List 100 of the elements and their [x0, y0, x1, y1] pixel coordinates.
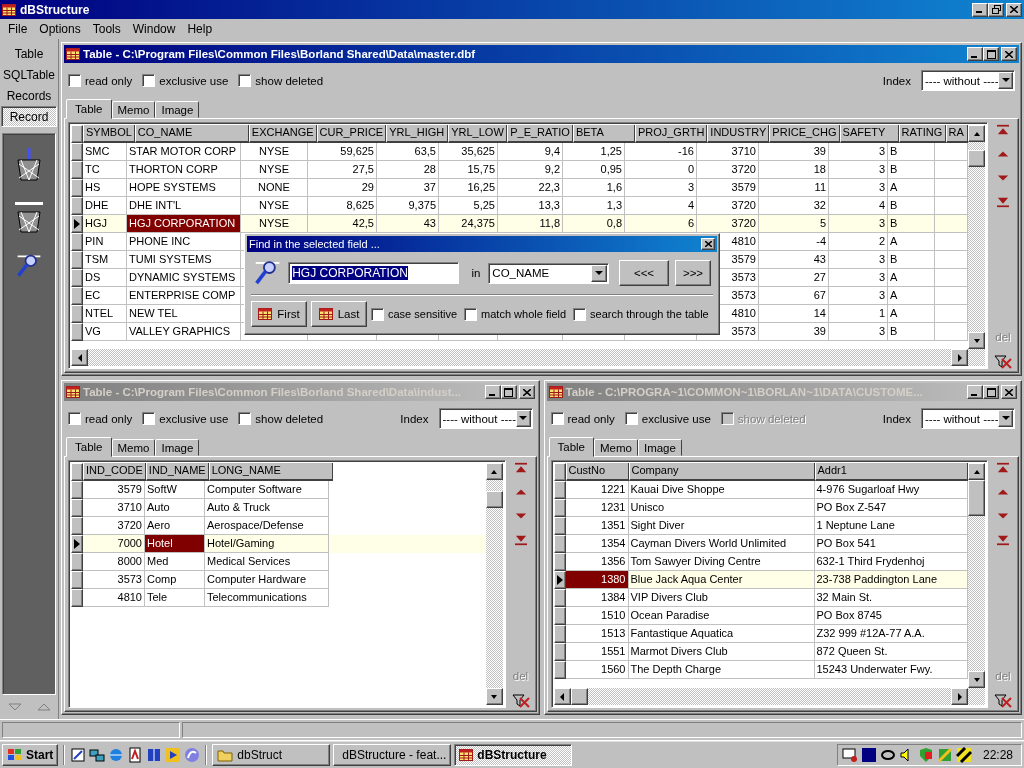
row-indicator[interactable] — [553, 571, 566, 589]
minimize-button[interactable] — [972, 2, 988, 17]
tab[interactable]: Memo — [111, 439, 156, 456]
checkbox[interactable] — [142, 412, 156, 425]
column-header[interactable]: SYMBOL — [83, 125, 135, 143]
menu-item[interactable]: Options — [33, 22, 87, 36]
checkbox[interactable] — [142, 74, 156, 87]
column-header[interactable]: RA — [945, 125, 968, 143]
filter-cross-icon[interactable] — [994, 355, 1012, 369]
index-dropdown[interactable]: ---- without ---- — [921, 408, 1015, 429]
tab[interactable]: Image — [155, 439, 200, 456]
row-indicator[interactable] — [553, 499, 566, 517]
column-header[interactable]: SAFETY — [839, 125, 899, 143]
last-icon[interactable] — [995, 534, 1011, 546]
column-header[interactable]: YRL_LOW — [448, 125, 508, 143]
tab[interactable]: Memo — [111, 101, 156, 118]
index-dropdown[interactable]: ---- without ---- — [438, 408, 533, 429]
last-button[interactable]: Last — [311, 301, 367, 327]
column-header[interactable]: LONG_NAME — [208, 463, 333, 481]
sidebar-item[interactable]: Record — [1, 106, 57, 127]
column-header[interactable]: PROJ_GRTH — [634, 125, 708, 143]
scroll-up-button[interactable] — [968, 125, 985, 142]
scroll-thumb[interactable] — [968, 480, 985, 516]
sidebar-item[interactable]: SQLTable — [1, 64, 57, 85]
row-indicator[interactable] — [71, 161, 83, 179]
row-indicator[interactable] — [553, 643, 566, 661]
column-header[interactable]: IND_NAME — [145, 463, 209, 481]
close-button[interactable] — [518, 385, 535, 399]
row-indicator[interactable] — [71, 571, 83, 589]
tab[interactable]: Image — [637, 439, 682, 456]
hazard-icon[interactable] — [955, 746, 972, 763]
row-indicator[interactable] — [71, 589, 83, 607]
column-header[interactable]: YRL_HIGH — [386, 125, 449, 143]
horizontal-scrollbar[interactable] — [71, 349, 985, 366]
filter-cross-icon[interactable] — [511, 694, 530, 708]
row-indicator[interactable] — [553, 625, 566, 643]
horizontal-scrollbar[interactable] — [553, 688, 985, 705]
checkbox[interactable] — [573, 307, 587, 321]
scroll-left-button[interactable] — [553, 688, 571, 705]
column-header[interactable]: CUR_PRICE — [316, 125, 387, 143]
column-header[interactable]: PRICE_CHG — [769, 125, 840, 143]
find-previous-button[interactable]: <<< — [619, 260, 669, 286]
row-indicator[interactable] — [553, 535, 566, 553]
play-icon[interactable] — [165, 746, 182, 763]
row-indicator[interactable] — [71, 287, 83, 305]
row-indicator[interactable] — [553, 481, 566, 499]
vertical-scrollbar[interactable] — [485, 463, 503, 705]
notepad-icon[interactable] — [70, 746, 87, 763]
sidebar-item[interactable]: Table — [1, 43, 57, 64]
field-dropdown[interactable]: CO_NAME — [488, 262, 609, 284]
row-indicator[interactable] — [71, 481, 83, 499]
row-indicator[interactable] — [553, 607, 566, 625]
column-header[interactable]: P_E_RATIO — [507, 125, 573, 143]
row-indicator[interactable] — [71, 233, 83, 251]
column-header[interactable]: EXCHANGE — [248, 125, 317, 143]
scroll-thumb[interactable] — [968, 150, 985, 168]
row-indicator[interactable] — [553, 553, 566, 571]
swirl-icon[interactable] — [184, 746, 201, 763]
dropdown-button[interactable] — [998, 72, 1013, 89]
row-indicator[interactable] — [71, 553, 83, 571]
row-indicator[interactable] — [71, 215, 83, 233]
column-header[interactable]: Addr1 — [814, 463, 968, 481]
dropdown-button[interactable] — [591, 264, 607, 282]
tab[interactable]: Table — [66, 99, 112, 119]
row-indicator[interactable] — [71, 499, 83, 517]
taskbar-button[interactable]: dBStructure - feat... — [333, 743, 452, 766]
menu-item[interactable]: Help — [181, 22, 219, 36]
square-icon[interactable] — [860, 746, 877, 763]
vertical-scrollbar[interactable] — [968, 463, 985, 688]
checkbox[interactable] — [371, 307, 384, 321]
checkbox[interactable] — [624, 412, 638, 425]
scroll-left-button[interactable] — [71, 349, 88, 366]
first-icon[interactable] — [995, 462, 1011, 474]
dropdown-button[interactable] — [515, 410, 531, 427]
row-indicator[interactable] — [71, 323, 83, 341]
network-icon[interactable] — [89, 746, 106, 763]
close-button[interactable] — [1001, 47, 1017, 61]
scroll-down-button[interactable] — [968, 671, 985, 688]
minimize-button[interactable] — [967, 385, 983, 399]
menu-item[interactable]: Tools — [86, 22, 127, 36]
row-indicator[interactable] — [553, 517, 566, 535]
tab[interactable]: Table — [66, 437, 112, 457]
scroll-up-button[interactable] — [968, 463, 985, 480]
row-indicator[interactable] — [71, 269, 83, 287]
scroll-down-button[interactable] — [485, 688, 503, 705]
column-header[interactable]: RATING — [898, 125, 946, 143]
maximize-button[interactable] — [983, 385, 999, 399]
tab[interactable]: Table — [548, 437, 594, 457]
column-header[interactable]: INDUSTRY — [707, 125, 770, 143]
vertical-scrollbar[interactable] — [968, 125, 985, 349]
search-field[interactable]: HGJ CORPORATION — [288, 262, 460, 284]
scroll-down-button[interactable] — [968, 332, 985, 349]
restore-button[interactable] — [988, 2, 1004, 17]
minimize-button[interactable] — [484, 385, 501, 399]
tab[interactable]: Image — [155, 101, 200, 118]
find-next-button[interactable]: >>> — [675, 260, 711, 286]
index-dropdown[interactable]: ---- without ---- — [921, 70, 1015, 91]
row-indicator[interactable] — [553, 661, 566, 679]
checkbox[interactable] — [68, 74, 81, 87]
row-indicator[interactable] — [71, 305, 83, 323]
